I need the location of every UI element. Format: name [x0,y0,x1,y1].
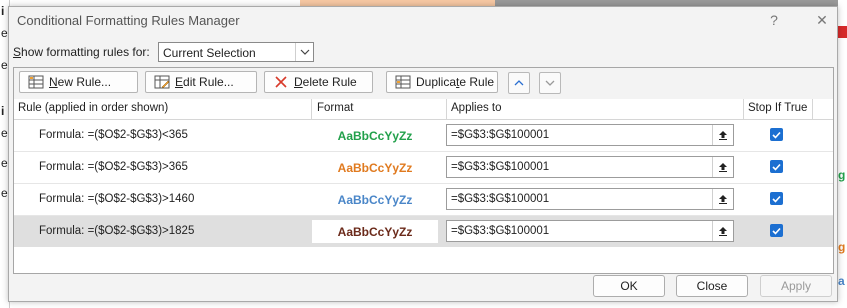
edit-rule-label-text: dit Rule... [183,75,234,89]
column-divider [743,99,744,119]
edit-rule-mnemonic: E [175,75,184,89]
delete-rule-label: Delete Rule [294,75,357,89]
duplicate-rule-label-start: Duplica [416,75,457,89]
show-rules-label: Show formatting rules for: [13,45,150,59]
new-rule-mnemonic: N [49,75,58,89]
column-divider [311,99,312,119]
new-rule-icon [28,75,44,89]
close-window-button[interactable]: ✕ [809,10,835,30]
delete-rule-label-text: elete Rule [302,75,357,89]
move-down-button[interactable] [539,72,561,94]
format-preview: AaBbCcYyZz [337,128,413,143]
format-preview: AaBbCcYyZz [337,192,413,207]
conditional-formatting-dialog: Conditional Formatting Rules Manager ? ✕… [8,6,838,302]
column-header-rule: Rule (applied in order shown) [18,102,169,114]
bg-fragment: g [838,240,846,254]
rule-row-selected[interactable]: Formula: =($O$2-$G$3)>1825 AaBbCcYyZz =$… [14,216,833,247]
bg-fragment: a [838,274,845,288]
duplicate-rule-label: Duplicate Rule [416,75,494,89]
background-sheet-right [838,0,847,308]
collapse-range-icon[interactable] [712,189,733,209]
stop-if-true-checkbox[interactable] [770,224,783,237]
duplicate-rule-button[interactable]: Duplicate Rule [386,71,498,93]
bg-fragment: e [1,156,8,170]
close-button[interactable]: Close [676,275,748,297]
collapse-range-icon[interactable] [712,157,733,177]
rules-table-header: Rule (applied in order shown) Format App… [14,99,833,120]
title-bar: Conditional Formatting Rules Manager ? ✕ [9,7,837,33]
bg-fragment: e [1,186,8,200]
move-up-button[interactable] [508,72,530,94]
collapse-range-icon[interactable] [712,125,733,145]
background-cell-red [838,26,847,38]
stop-if-true-checkbox[interactable] [770,192,783,205]
bg-fragment: i [1,104,5,118]
column-header-applies-to: Applies to [451,102,502,114]
rule-row[interactable]: Formula: =($O$2-$G$3)>365 AaBbCcYyZz =$G… [14,152,833,183]
applies-to-value: =$G$3:$G$100001 [451,129,550,141]
applies-to-field[interactable]: =$G$3:$G$100001 [446,188,734,210]
show-rules-dropdown[interactable]: Current Selection [158,42,314,62]
bg-fragment: e [1,26,8,40]
duplicate-rule-icon [395,75,411,89]
show-rules-label-text: how formatting rules for: [21,45,150,59]
format-preview: AaBbCcYyZz [337,160,413,175]
chevron-down-icon[interactable] [295,43,313,61]
column-divider [812,99,813,119]
show-rules-selected-value: Current Selection [163,46,256,60]
rules-toolbar: New Rule... Edit Rule... Delete Rule Dup… [14,68,833,100]
chevron-up-icon [514,80,524,86]
new-rule-label: New Rule... [49,75,111,89]
applies-to-field[interactable]: =$G$3:$G$100001 [446,124,734,146]
column-header-stop-if-true: Stop If True [748,102,808,114]
bg-fragment: g [838,168,846,182]
edit-rule-button[interactable]: Edit Rule... [145,71,257,93]
rules-panel: New Rule... Edit Rule... Delete Rule Dup… [13,67,834,274]
applies-to-field[interactable]: =$G$3:$G$100001 [446,220,734,242]
rule-row[interactable]: Formula: =($O$2-$G$3)>1460 AaBbCcYyZz =$… [14,184,833,215]
help-button[interactable]: ? [761,10,787,30]
edit-rule-label: Edit Rule... [175,75,234,89]
applies-to-value: =$G$3:$G$100001 [451,161,550,173]
stop-if-true-checkbox[interactable] [770,128,783,141]
new-rule-label-text: ew Rule... [57,75,112,89]
apply-button[interactable]: Apply [760,275,832,297]
column-divider [446,99,447,119]
edit-rule-icon [154,75,170,89]
bg-fragment: i [1,4,5,18]
stop-if-true-checkbox[interactable] [770,160,783,173]
applies-to-field[interactable]: =$G$3:$G$100001 [446,156,734,178]
new-rule-button[interactable]: New Rule... [19,71,138,93]
ok-button[interactable]: OK [593,275,665,297]
applies-to-value: =$G$3:$G$100001 [451,225,550,237]
show-rules-mnemonic: S [13,45,22,59]
delete-x-icon [273,75,289,89]
delete-rule-mnemonic: D [294,75,303,89]
bg-fragment: e [1,126,8,140]
rule-formula: Formula: =($O$2-$G$3)>1460 [39,193,195,205]
bg-fragment: e [1,58,8,72]
column-header-format: Format [317,102,354,114]
duplicate-rule-label-end: e Rule [459,75,495,89]
format-preview: AaBbCcYyZz [312,220,438,243]
rule-formula: Formula: =($O$2-$G$3)<365 [39,129,188,141]
rule-row[interactable]: Formula: =($O$2-$G$3)<365 AaBbCcYyZz =$G… [14,120,833,151]
collapse-range-icon[interactable] [712,221,733,241]
rule-formula: Formula: =($O$2-$G$3)>365 [39,161,188,173]
chevron-down-icon [545,80,555,86]
applies-to-value: =$G$3:$G$100001 [451,193,550,205]
dialog-title: Conditional Formatting Rules Manager [17,13,240,28]
delete-rule-button[interactable]: Delete Rule [264,71,373,93]
rule-formula: Formula: =($O$2-$G$3)>1825 [39,225,195,237]
